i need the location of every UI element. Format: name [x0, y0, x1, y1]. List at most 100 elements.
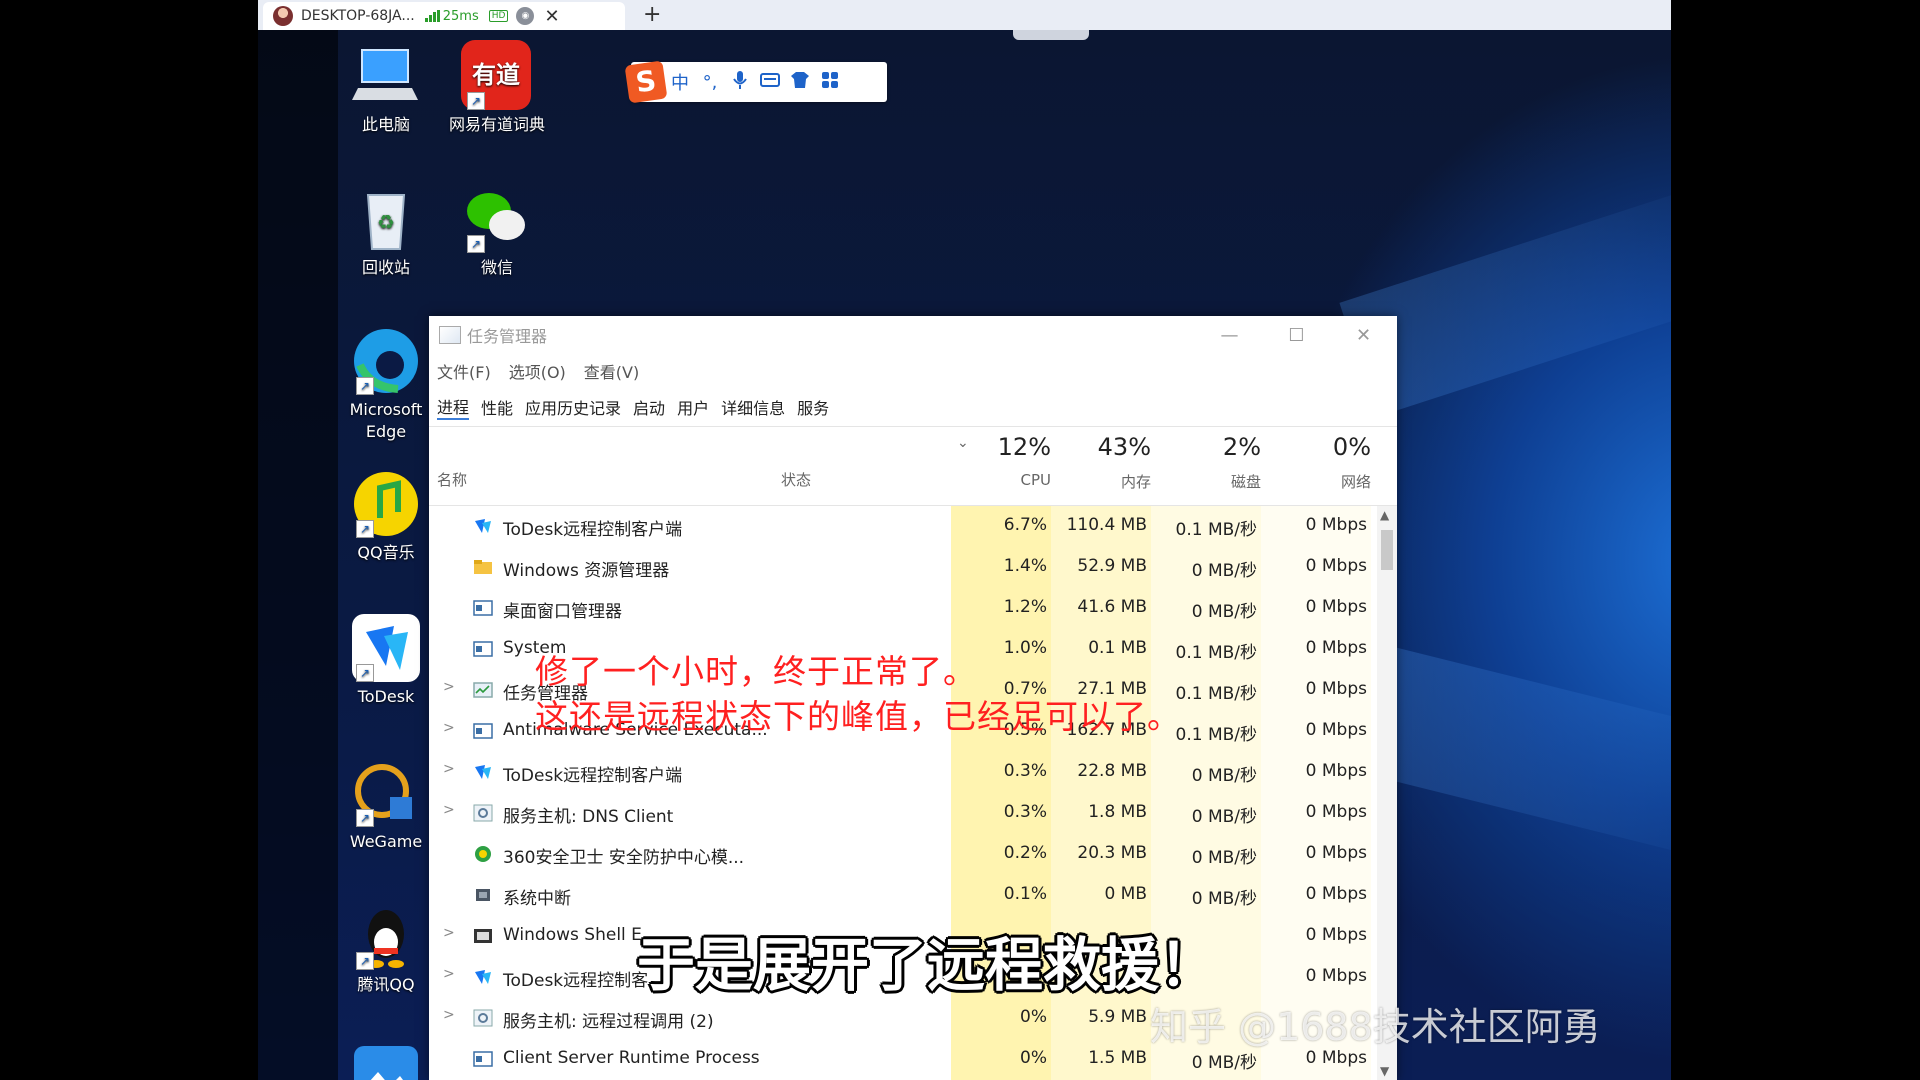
expand-chevron-icon[interactable]: >	[443, 1007, 455, 1023]
tab-details[interactable]: 详细信息	[721, 395, 785, 419]
process-row[interactable]: > ToDesk远程控制客户端 0.3% 22.8 MB 0 MB/秒 0 Mbps	[429, 752, 1377, 793]
tab-services[interactable]: 服务	[797, 395, 829, 419]
desktop-icon-todesk[interactable]: ↗ ToDesk	[336, 612, 436, 708]
shortcut-arrow-icon: ↗	[356, 520, 374, 538]
ime-skin-icon[interactable]	[785, 71, 815, 94]
process-name: 服务主机: DNS Client	[503, 807, 674, 827]
close-tab-button[interactable]: ✕	[544, 6, 559, 27]
menu-view[interactable]: 查看(V)	[584, 359, 639, 383]
annotation-line-2: 这还是远程状态下的峰值，已经足可以了。	[535, 697, 1181, 736]
process-row[interactable]: 360安全卫士 安全防护中心模... 0.2% 20.3 MB 0 MB/秒 0 Mbp…	[429, 834, 1377, 875]
process-name: ToDesk远程控制客户端	[503, 766, 683, 786]
process-cpu: 0.3%	[1003, 802, 1047, 822]
chip-icon	[473, 886, 493, 904]
latency-value: 25ms	[442, 8, 479, 24]
process-net: 0 Mbps	[1305, 638, 1367, 658]
expand-chevron-icon[interactable]: >	[443, 679, 455, 695]
maximize-button[interactable]: ☐	[1263, 325, 1330, 346]
process-net: 0 Mbps	[1305, 515, 1367, 535]
minimize-button[interactable]: —	[1196, 325, 1263, 346]
tab-processes[interactable]: 进程	[437, 394, 470, 420]
scrollbar-thumb[interactable]	[1381, 530, 1393, 570]
process-row[interactable]: 桌面窗口管理器 1.2% 41.6 MB 0 MB/秒 0 Mbps	[429, 588, 1377, 629]
process-cpu: 0%	[1020, 1048, 1047, 1068]
process-disk: 0 MB/秒	[1191, 766, 1257, 786]
desktop-icon-youdao[interactable]: 有道 ↗ 网易有道词典	[447, 40, 547, 136]
menu-file[interactable]: 文件(F)	[437, 359, 491, 383]
process-row[interactable]: 系统中断 0.1% 0 MB 0 MB/秒 0 Mbps	[429, 875, 1377, 916]
desktop-icon-qq[interactable]: ↗ 腾讯QQ	[336, 900, 436, 996]
process-mem: 20.3 MB	[1077, 843, 1147, 863]
close-window-button[interactable]: ✕	[1330, 325, 1397, 346]
process-mem: 0 MB	[1104, 884, 1147, 904]
tab-startup[interactable]: 启动	[633, 395, 665, 419]
cpu-label: CPU	[1020, 471, 1052, 489]
youdao-icon: 有道 ↗	[461, 40, 533, 112]
ime-microphone-icon[interactable]	[725, 70, 755, 95]
expand-chevron-icon[interactable]: >	[443, 720, 455, 736]
taskmgr-icon	[473, 681, 493, 699]
desktop-icon-label: 腾讯QQ	[357, 975, 415, 994]
disk-label: 磁盘	[1230, 473, 1261, 491]
ime-keyboard-icon[interactable]	[755, 72, 785, 93]
edge-icon: ↗	[350, 325, 422, 397]
toolbar-pull-handle[interactable]	[1013, 30, 1089, 40]
expand-chevron-icon[interactable]: >	[443, 761, 455, 777]
disk-total: 2%	[1222, 433, 1261, 461]
desktop-icon-edge[interactable]: ↗ Microsoft Edge	[336, 325, 436, 443]
process-disk: 0 MB/秒	[1191, 561, 1257, 581]
ime-toolbar[interactable]: S 中 °,	[624, 60, 887, 104]
scroll-up-icon[interactable]: ▲	[1380, 508, 1389, 522]
gear-icon	[473, 1009, 493, 1027]
remote-session-tab[interactable]: DESKTOP-68JA... 25ms HD ◉ ✕	[263, 2, 625, 30]
process-net: 0 Mbps	[1305, 843, 1367, 863]
process-net: 0 Mbps	[1305, 884, 1367, 904]
desktop-icon-recycle-bin[interactable]: ♻ 回收站	[336, 183, 436, 279]
scroll-down-icon[interactable]: ▼	[1380, 1064, 1389, 1078]
new-tab-button[interactable]: +	[643, 2, 661, 27]
sogou-logo-icon[interactable]: S	[624, 60, 668, 104]
ime-toolbox-icon[interactable]	[815, 71, 845, 94]
desktop-icon-photos[interactable]	[336, 1042, 436, 1080]
tab-performance[interactable]: 性能	[481, 395, 513, 419]
process-net: 0 Mbps	[1305, 802, 1367, 822]
desktop-icon-label: 网易有道词典	[448, 115, 545, 134]
tab-app-history[interactable]: 应用历史记录	[525, 395, 621, 419]
desktop-icon-wegame[interactable]: ↗ WeGame	[336, 757, 436, 853]
desktop-icon-wechat[interactable]: ↗ 微信	[447, 183, 547, 279]
latency-indicator: 25ms	[424, 8, 479, 24]
desktop-icon-this-pc[interactable]: 此电脑	[336, 40, 436, 136]
column-cpu[interactable]: 12% CPU	[951, 433, 1051, 489]
process-cpu: 0%	[1020, 1007, 1047, 1027]
process-net: 0 Mbps	[1305, 761, 1367, 781]
ime-chinese-mode-button[interactable]: 中	[665, 69, 695, 95]
tab-users[interactable]: 用户	[677, 395, 709, 419]
ime-punctuation-icon[interactable]: °,	[695, 72, 725, 93]
process-net: 0 Mbps	[1305, 720, 1367, 740]
wechat-icon: ↗	[461, 183, 533, 255]
avatar	[273, 6, 293, 26]
column-network[interactable]: 0% 网络	[1261, 433, 1371, 492]
title-bar[interactable]: 任务管理器 — ☐ ✕	[429, 316, 1397, 354]
desktop-icon-label: Microsoft Edge	[349, 400, 423, 441]
process-row[interactable]: Windows 资源管理器 1.4% 52.9 MB 0 MB/秒 0 Mbps	[429, 547, 1377, 588]
watermark: 知乎 @1688技术社区阿勇	[1150, 1005, 1601, 1049]
quality-badge[interactable]: HD	[488, 10, 509, 22]
session-control-icon[interactable]: ◉	[516, 7, 535, 25]
menu-options[interactable]: 选项(O)	[509, 359, 566, 383]
process-row[interactable]: > 服务主机: DNS Client 0.3% 1.8 MB 0 MB/秒 0 Mbps	[429, 793, 1377, 834]
cpu-total: 12%	[997, 433, 1051, 461]
expand-chevron-icon[interactable]: >	[443, 802, 455, 818]
column-status[interactable]: 状态	[781, 469, 811, 490]
scrollbar[interactable]: ▲ ▼	[1377, 506, 1397, 1080]
memory-total: 43%	[1097, 433, 1151, 461]
column-memory[interactable]: 43% 内存	[1051, 433, 1151, 492]
desktop-icon-qq-music[interactable]: ↗ QQ音乐	[336, 468, 436, 564]
process-net: 0 Mbps	[1305, 966, 1367, 986]
expand-chevron-icon[interactable]: >	[443, 966, 455, 982]
expand-chevron-icon[interactable]: >	[443, 925, 455, 941]
column-name[interactable]: 名称	[437, 469, 467, 490]
process-row[interactable]: ToDesk远程控制客户端 6.7% 110.4 MB 0.1 MB/秒 0 Mbps	[429, 506, 1377, 547]
column-disk[interactable]: 2% 磁盘	[1151, 433, 1261, 492]
memory-label: 内存	[1120, 473, 1151, 491]
